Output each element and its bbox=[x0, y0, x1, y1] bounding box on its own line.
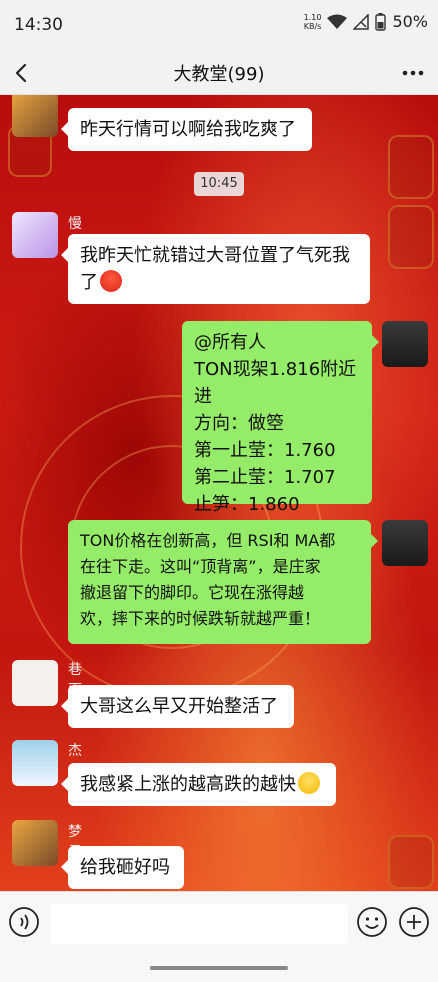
avatar[interactable] bbox=[382, 321, 428, 367]
message-bubble[interactable]: 大哥这么早又开始整活了 bbox=[61, 685, 294, 728]
avatar[interactable] bbox=[12, 740, 58, 786]
network-speed-value: 1.10 bbox=[303, 12, 322, 22]
message-bubble[interactable]: @所有人 TON现架1.816附近进 方向：做箜 第一止莹：1.760 第二止莹… bbox=[182, 321, 379, 515]
chat-title: 大教堂(99) bbox=[173, 64, 265, 85]
avatar[interactable] bbox=[12, 660, 58, 706]
message-line: @所有人 bbox=[194, 332, 266, 353]
battery-percent: 50% bbox=[392, 12, 428, 31]
voice-icon[interactable] bbox=[8, 906, 40, 938]
status-bar: 14:30 1.10 KB/s 50% bbox=[0, 0, 438, 52]
input-bar bbox=[0, 891, 438, 982]
avatar[interactable] bbox=[382, 520, 428, 566]
chat-area[interactable]: 昨天行情可以啊给我吃爽了 10:45 慢热 我昨天忙就错过大哥位置了气死我了 @… bbox=[0, 95, 438, 891]
message-line: 在往下走。这叫“顶背离”，是庄家 bbox=[80, 557, 321, 576]
seal-decoration bbox=[388, 835, 434, 889]
message-line: TON现架1.816附近进 bbox=[194, 359, 357, 407]
message-line: TON价格在创新高，但 RSI和 MA都 bbox=[80, 531, 336, 550]
message-text: 我感紧上涨的越高跌的越快 bbox=[80, 774, 296, 795]
network-speed: 1.10 KB/s bbox=[304, 13, 322, 31]
avatar[interactable] bbox=[12, 212, 58, 258]
sender-name: 杰 bbox=[68, 743, 82, 759]
message-line: 欢，摔下来的时候跌斩就越严重！ bbox=[80, 609, 321, 628]
grin-emoji-icon bbox=[298, 772, 320, 794]
emoji-icon[interactable] bbox=[356, 906, 388, 938]
timestamp: 10:45 bbox=[194, 172, 244, 196]
message-line: 止笋：1.860 bbox=[194, 494, 300, 515]
message-line: 第一止莹：1.760 bbox=[194, 440, 336, 461]
chat-header: 大教堂(99) bbox=[0, 52, 438, 95]
seal-decoration bbox=[388, 135, 434, 199]
message-line: 第二止莹：1.707 bbox=[194, 467, 336, 488]
message-bubble[interactable]: 给我砸好吗 bbox=[61, 846, 184, 889]
wifi-icon bbox=[327, 14, 348, 29]
plus-icon[interactable] bbox=[398, 906, 430, 938]
avatar[interactable] bbox=[12, 820, 58, 866]
message-input[interactable] bbox=[50, 904, 348, 944]
network-speed-unit: KB/s bbox=[303, 21, 322, 31]
message-bubble[interactable]: 我感紧上涨的越高跌的越快 bbox=[61, 763, 336, 806]
message-line: 撤退留下的脚印。它现在涨得越 bbox=[80, 583, 305, 602]
message-bubble[interactable]: 我昨天忙就错过大哥位置了气死我了 bbox=[61, 234, 370, 304]
message-line: 方向：做箜 bbox=[194, 413, 284, 434]
angry-emoji-icon bbox=[100, 270, 122, 292]
message-bubble[interactable]: 昨天行情可以啊给我吃爽了 bbox=[61, 108, 312, 151]
seal-decoration bbox=[388, 205, 434, 269]
status-time: 14:30 bbox=[14, 15, 63, 35]
signal-icon bbox=[353, 13, 370, 30]
home-indicator[interactable] bbox=[150, 966, 288, 970]
more-dots-icon[interactable] bbox=[400, 60, 426, 86]
message-bubble[interactable]: TON价格在创新高，但 RSI和 MA都 在往下走。这叫“顶背离”，是庄家 撤退… bbox=[68, 520, 378, 644]
status-icons: 1.10 KB/s 50% bbox=[304, 12, 428, 31]
avatar[interactable] bbox=[12, 95, 58, 137]
battery-icon bbox=[375, 12, 387, 31]
